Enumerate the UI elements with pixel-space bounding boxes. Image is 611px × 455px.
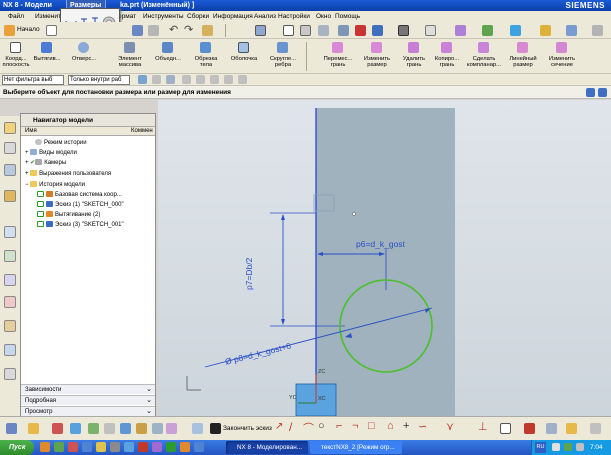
quicklaunch-icon[interactable]	[124, 442, 134, 452]
taskbar-task-document[interactable]: текстNX8_2 [Режим огр...	[310, 441, 402, 454]
quick-trim-icon[interactable]: ⋎	[446, 420, 454, 433]
convert-reference-icon[interactable]	[566, 423, 577, 434]
p7-arrow-bottom	[281, 319, 285, 325]
quicklaunch-icon[interactable]	[96, 442, 106, 452]
quicklaunch-icon[interactable]	[82, 442, 92, 452]
finish-sketch-icon[interactable]	[210, 423, 221, 434]
mirror-curve-icon[interactable]	[88, 423, 99, 434]
p6-dimension-label[interactable]: p6=d_k_gost	[356, 239, 405, 249]
inferred-constraints-icon[interactable]	[500, 423, 511, 434]
quicklaunch-icon[interactable]	[54, 442, 64, 452]
quicklaunch-icon[interactable]	[138, 442, 148, 452]
project-curve-icon[interactable]	[104, 423, 115, 434]
sketch-toolbar: Закончить эскиз ↗ / ⌒ ○ ⌐ ¬ □ ⌂ + ∽ ⋎ ⊥	[0, 416, 611, 440]
sketch-geometry	[186, 108, 433, 417]
point-icon[interactable]: +	[403, 420, 409, 432]
alternate-solution-icon[interactable]	[590, 423, 601, 434]
quicklaunch-icon[interactable]	[40, 442, 50, 452]
quicklaunch-icon[interactable]	[180, 442, 190, 452]
arc-icon[interactable]: ⌒	[303, 420, 314, 436]
corner-icon[interactable]: ⊥	[478, 420, 488, 433]
rectangle-icon[interactable]: □	[368, 420, 375, 432]
taskbar-task-nx[interactable]: NX 8 - Моделирован...	[226, 441, 308, 454]
fillet-sketch-icon[interactable]: ⌐	[336, 420, 342, 432]
zc-label: ZC	[318, 369, 326, 375]
quicklaunch-icon[interactable]	[110, 442, 120, 452]
sketch-orient-icon[interactable]	[192, 423, 203, 434]
line-icon[interactable]: /	[289, 420, 292, 434]
xc-label: XC	[318, 396, 326, 402]
spline-icon[interactable]: ∽	[418, 420, 427, 433]
p7-dimension-label[interactable]: p7=Db/2	[244, 258, 254, 290]
p8-arrow	[345, 333, 352, 338]
tray-icon[interactable]	[552, 443, 560, 451]
windows-taskbar: Пуск NX 8 - Моделирован... текстNX8_2 [Р…	[0, 440, 611, 455]
sketch-circle[interactable]	[339, 279, 433, 373]
finish-sketch-button[interactable]: Закончить эскиз	[223, 425, 272, 432]
quicklaunch-icon[interactable]	[166, 442, 176, 452]
constraint-icon[interactable]	[28, 423, 39, 434]
clock[interactable]: 7:04	[590, 440, 603, 455]
datum-marker	[352, 212, 356, 216]
extend-icon[interactable]	[166, 423, 177, 434]
quicklaunch-icon[interactable]	[68, 442, 78, 452]
volume-icon[interactable]	[576, 443, 584, 451]
datum-point	[313, 194, 335, 212]
p6-arrow-right	[379, 252, 385, 256]
dimension-icon[interactable]	[52, 423, 63, 434]
circle-icon[interactable]: ○	[318, 420, 325, 432]
language-indicator[interactable]: RU	[535, 442, 546, 453]
offset-curve-icon[interactable]	[70, 423, 81, 434]
sketch-plane-icon[interactable]	[6, 423, 17, 434]
chamfer-sketch-icon[interactable]: ¬	[352, 420, 358, 432]
trim-icon[interactable]	[152, 423, 163, 434]
polygon-icon[interactable]: ⌂	[387, 420, 394, 432]
quicklaunch-icon[interactable]	[194, 442, 204, 452]
p7-arrow-top	[281, 214, 285, 220]
show-constraints-icon[interactable]	[524, 423, 535, 434]
p6-arrow-left	[317, 252, 323, 256]
fillet-icon[interactable]	[120, 423, 131, 434]
chamfer-icon[interactable]	[136, 423, 147, 434]
quicklaunch-icon[interactable]	[152, 442, 162, 452]
tray-icon[interactable]	[564, 443, 572, 451]
start-button[interactable]: Пуск	[0, 440, 34, 455]
yc-label: YC	[289, 395, 297, 401]
relations-browser-icon[interactable]	[546, 423, 557, 434]
profile-icon[interactable]: ↗	[275, 421, 283, 432]
system-tray: RU 7:04	[531, 440, 611, 455]
